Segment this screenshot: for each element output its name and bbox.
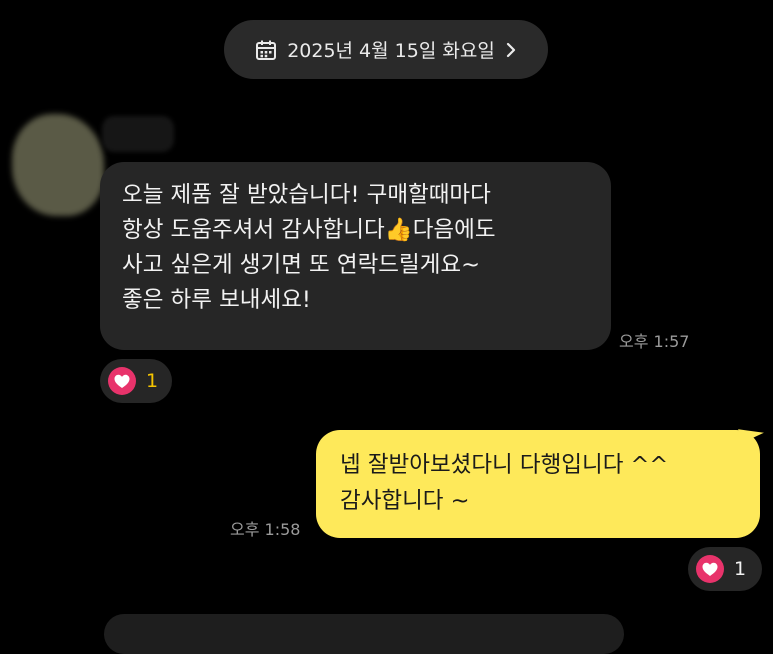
message-timestamp: 오후 1:58 [230,520,301,539]
date-label: 2025년 4월 15일 화요일 [287,40,495,62]
heart-icon [108,367,136,395]
avatar[interactable] [12,114,104,216]
heart-reaction-badge[interactable]: 1 [688,547,762,591]
outgoing-message-bubble[interactable]: 넵 잘받아보셨다니 다행입니다 ^^ 감사합니다 ~ [316,430,760,538]
date-separator[interactable]: 2025년 4월 15일 화요일 [224,20,548,79]
message-timestamp: 오후 1:57 [619,332,690,351]
message-line: 항상 도움주셔서 감사합니다👍다음에도 [122,217,496,243]
calendar-icon [255,39,277,61]
heart-reaction-badge[interactable]: 1 [100,359,172,403]
chevron-right-icon [505,41,517,59]
heart-icon [696,555,724,583]
message-line: 넵 잘받아보셨다니 다행입니다 ^^ [340,452,669,478]
message-line: 감사합니다 ~ [340,488,470,514]
incoming-message-bubble[interactable]: 오늘 제품 잘 받았습니다! 구매할때마다 항상 도움주셔서 감사합니다👍다음에… [100,162,611,350]
reaction-count: 1 [146,370,159,392]
message-line: 좋은 하루 보내세요! [122,287,311,313]
message-line: 오늘 제품 잘 받았습니다! 구매할때마다 [122,182,491,208]
next-message-bubble-partial [104,614,624,654]
message-line: 사고 싶은게 생기면 또 연락드릴게요~ [122,252,480,278]
sender-name-redacted [102,116,174,152]
reaction-count: 1 [734,558,747,580]
